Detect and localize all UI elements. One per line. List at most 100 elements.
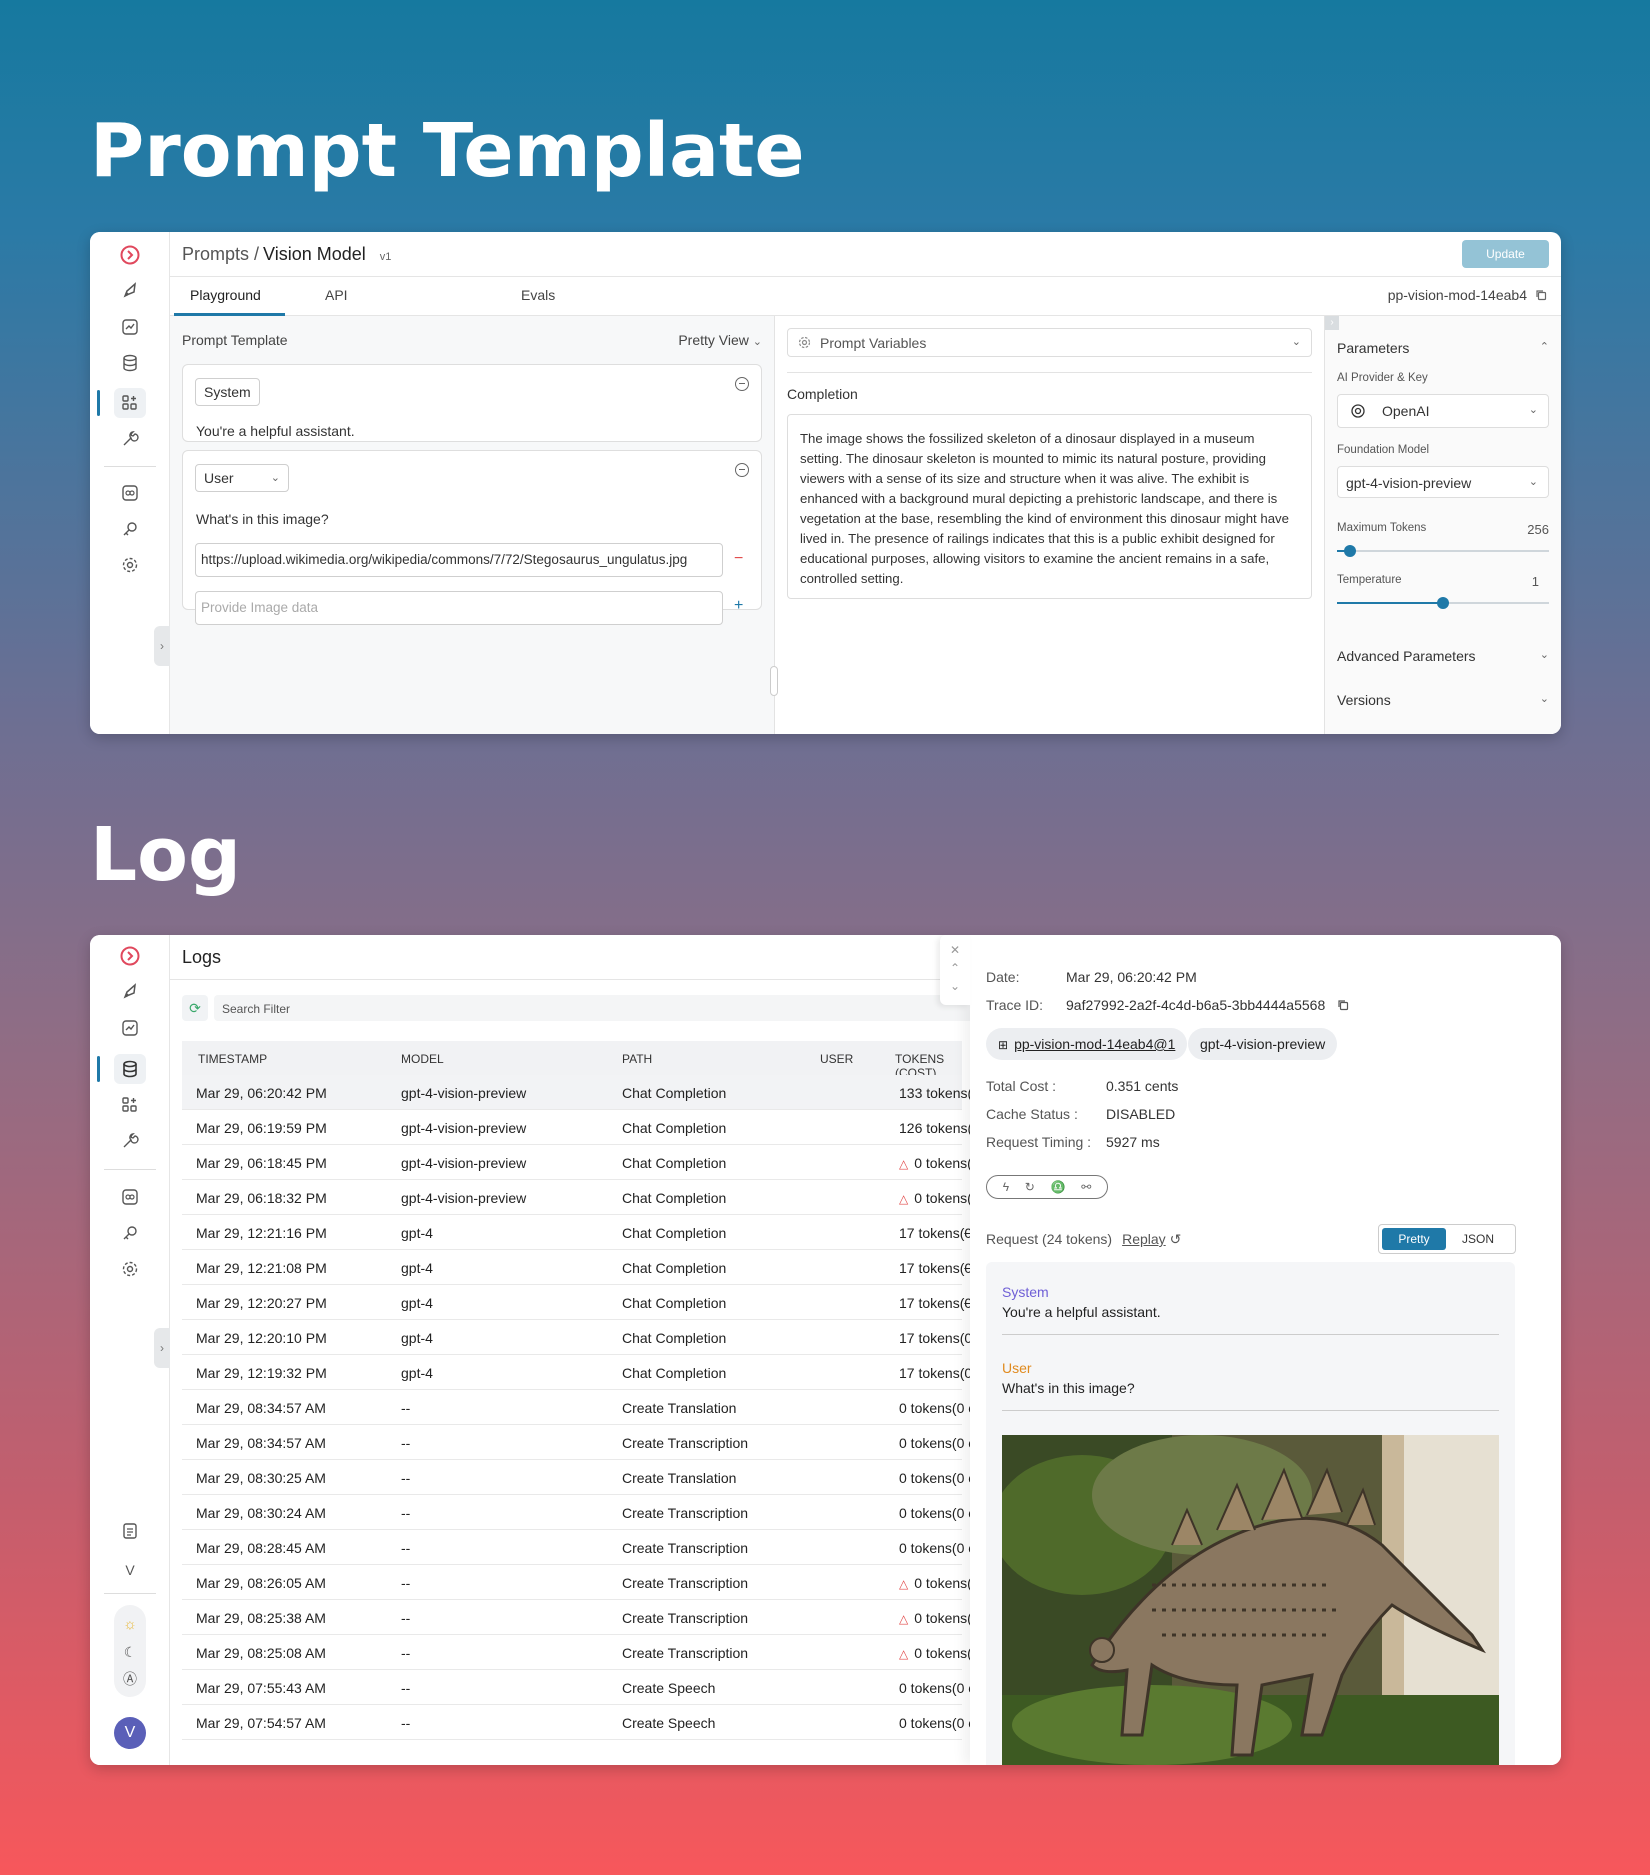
table-row[interactable]: Mar 29, 08:30:25 AM -- Create Translation 0… xyxy=(182,1460,1006,1495)
database-icon[interactable] xyxy=(114,348,146,378)
copy-icon[interactable] xyxy=(1337,999,1349,1011)
system-role-badge[interactable]: System xyxy=(195,378,260,406)
table-row[interactable]: Mar 29, 06:19:59 PM gpt-4-vision-preview C… xyxy=(182,1110,999,1145)
tab-evals[interactable]: Evals xyxy=(521,287,555,303)
image-url-input[interactable]: https://upload.wikimedia.org/wikipedia/c… xyxy=(195,543,723,577)
integrations-icon[interactable] xyxy=(114,478,146,508)
column-model[interactable]: MODEL xyxy=(401,1052,444,1066)
slider-handle[interactable] xyxy=(1437,597,1449,609)
docs-icon[interactable] xyxy=(114,1516,146,1546)
integrations-icon[interactable] xyxy=(114,1182,146,1212)
max-tokens-value[interactable]: 256 xyxy=(1527,522,1549,537)
parameters-header[interactable]: Parameters ⌃ xyxy=(1337,340,1549,356)
table-row[interactable]: Mar 29, 12:21:16 PM gpt-4 Chat Completion 1… xyxy=(182,1215,999,1250)
lightning-icon[interactable]: ϟ xyxy=(1003,1180,1009,1194)
system-message-text[interactable]: You're a helpful assistant. xyxy=(196,423,355,439)
key-icon[interactable] xyxy=(114,1218,146,1248)
headset-icon[interactable]: ♎ xyxy=(1051,1180,1066,1194)
settings-gear-icon[interactable] xyxy=(114,1254,146,1284)
pretty-view-dropdown[interactable]: Pretty View ⌄ xyxy=(678,332,762,348)
search-filter-input[interactable]: Search Filter xyxy=(214,995,974,1021)
table-row[interactable]: Mar 29, 08:25:38 AM -- Create Transcriptio… xyxy=(182,1600,998,1635)
app-logo-icon[interactable] xyxy=(114,240,146,270)
remove-message-icon[interactable] xyxy=(735,463,749,477)
logs-database-icon[interactable] xyxy=(114,1054,146,1084)
remove-image-icon[interactable]: − xyxy=(734,550,743,568)
completion-output[interactable]: The image shows the fossilized skeleton … xyxy=(787,414,1312,599)
tools-icon[interactable] xyxy=(114,1126,146,1156)
temperature-value[interactable]: 1 xyxy=(1532,574,1539,589)
column-user[interactable]: USER xyxy=(820,1052,853,1066)
tools-icon[interactable] xyxy=(114,424,146,454)
auto-theme-icon[interactable]: Ⓐ xyxy=(114,1664,146,1694)
copy-icon[interactable] xyxy=(1535,289,1547,301)
user-role-select[interactable]: User ⌄ xyxy=(195,464,289,492)
key-icon[interactable] xyxy=(114,514,146,544)
prompt-variables-dropdown[interactable]: Prompt Variables ⌄ xyxy=(787,328,1312,357)
expand-sidebar-chevron-icon[interactable]: › xyxy=(154,1328,170,1368)
table-row[interactable]: Mar 29, 06:18:32 PM gpt-4-vision-preview C… xyxy=(182,1180,998,1215)
table-row[interactable]: Mar 29, 08:26:05 AM -- Create Transcriptio… xyxy=(182,1565,998,1600)
replay-icon[interactable]: ↺ xyxy=(1170,1231,1182,1247)
tab-api[interactable]: API xyxy=(325,287,348,303)
moon-icon[interactable]: ☾ xyxy=(114,1637,146,1667)
pretty-toggle[interactable]: Pretty xyxy=(1382,1228,1446,1250)
column-path[interactable]: PATH xyxy=(622,1052,652,1066)
rocket-icon[interactable] xyxy=(114,977,146,1007)
temperature-slider[interactable] xyxy=(1337,597,1549,609)
analytics-icon[interactable] xyxy=(114,1013,146,1043)
user-message-text[interactable]: What's in this image? xyxy=(196,511,329,527)
foundation-model-select[interactable]: gpt-4-vision-preview ⌄ xyxy=(1337,466,1549,498)
table-row[interactable]: Mar 29, 12:20:10 PM gpt-4 Chat Completion 1… xyxy=(182,1320,999,1355)
json-toggle[interactable]: JSON xyxy=(1446,1232,1510,1246)
close-icon[interactable]: ✕ xyxy=(940,941,970,959)
add-image-icon[interactable]: + xyxy=(734,597,743,615)
prompt-version-link[interactable]: pp-vision-mod-14eab4@1 xyxy=(1014,1036,1175,1052)
table-row[interactable]: Mar 29, 08:28:45 AM -- Create Transcriptio… xyxy=(182,1530,1006,1565)
table-row[interactable]: Mar 29, 08:30:24 AM -- Create Transcriptio… xyxy=(182,1495,1006,1530)
retry-icon[interactable]: ↻ xyxy=(1025,1180,1035,1194)
column-timestamp[interactable]: TIMESTAMP xyxy=(198,1052,267,1066)
breadcrumb-root[interactable]: Prompts / xyxy=(182,244,259,264)
table-row[interactable]: Mar 29, 08:34:57 AM -- Create Transcriptio… xyxy=(182,1425,1006,1460)
temperature-label-text: Temperature xyxy=(1337,574,1402,586)
sun-icon[interactable]: ☼ xyxy=(114,1609,146,1639)
table-row[interactable]: Mar 29, 12:21:08 PM gpt-4 Chat Completion 1… xyxy=(182,1250,999,1285)
table-row[interactable]: Mar 29, 06:20:42 PM gpt-4-vision-preview C… xyxy=(182,1075,1007,1110)
chevron-up-icon[interactable]: ⌃ xyxy=(940,959,970,977)
rocket-icon[interactable] xyxy=(114,276,146,306)
table-row[interactable]: Mar 29, 07:55:43 AM -- Create Speech 0 toke… xyxy=(182,1670,1006,1705)
replay-link[interactable]: Replay xyxy=(1122,1231,1166,1247)
prompt-version-chip[interactable]: ⊞ pp-vision-mod-14eab4@1 xyxy=(986,1028,1188,1060)
resize-handle[interactable] xyxy=(770,666,778,696)
table-row[interactable]: Mar 29, 08:34:57 AM -- Create Translation 0… xyxy=(182,1390,1006,1425)
collapse-panel-icon[interactable]: › xyxy=(1325,316,1339,330)
table-row[interactable]: Mar 29, 07:54:57 AM -- Create Speech 0 toke… xyxy=(182,1705,1006,1740)
refresh-icon[interactable]: ⟳ xyxy=(182,995,208,1021)
advanced-parameters-toggle[interactable]: Advanced Parameters ⌄ xyxy=(1337,648,1549,664)
table-row[interactable]: Mar 29, 12:20:27 PM gpt-4 Chat Completion 1… xyxy=(182,1285,999,1320)
table-row[interactable]: Mar 29, 08:25:08 AM -- Create Transcriptio… xyxy=(182,1635,998,1670)
versions-toggle[interactable]: Versions ⌄ xyxy=(1337,692,1549,708)
model-chip[interactable]: gpt-4-vision-preview xyxy=(1188,1028,1338,1060)
tree-icon[interactable]: ⚯ xyxy=(1081,1180,1091,1194)
image-data-input[interactable]: Provide Image data xyxy=(195,591,723,625)
chevron-down-icon[interactable]: ⌄ xyxy=(940,977,970,995)
settings-gear-icon[interactable] xyxy=(114,550,146,580)
update-button[interactable]: Update xyxy=(1462,240,1549,268)
max-tokens-slider[interactable] xyxy=(1337,545,1549,557)
row-path: Create Transcription xyxy=(622,1575,749,1591)
remove-message-icon[interactable] xyxy=(735,377,749,391)
table-row[interactable]: Mar 29, 12:19:32 PM gpt-4 Chat Completion 1… xyxy=(182,1355,999,1390)
analytics-icon[interactable] xyxy=(114,312,146,342)
tab-playground[interactable]: Playground xyxy=(190,287,261,303)
expand-sidebar-chevron-icon[interactable]: › xyxy=(154,626,170,666)
ai-provider-select[interactable]: OpenAI ⌄ xyxy=(1337,394,1549,428)
table-row[interactable]: Mar 29, 06:18:45 PM gpt-4-vision-preview C… xyxy=(182,1145,998,1180)
app-logo-icon[interactable] xyxy=(114,941,146,971)
workspace-v-icon[interactable]: V xyxy=(114,1555,146,1585)
slider-handle[interactable] xyxy=(1343,545,1356,557)
user-avatar[interactable]: V xyxy=(114,1717,146,1749)
prompts-icon[interactable] xyxy=(114,388,146,418)
prompts-icon[interactable] xyxy=(114,1090,146,1120)
